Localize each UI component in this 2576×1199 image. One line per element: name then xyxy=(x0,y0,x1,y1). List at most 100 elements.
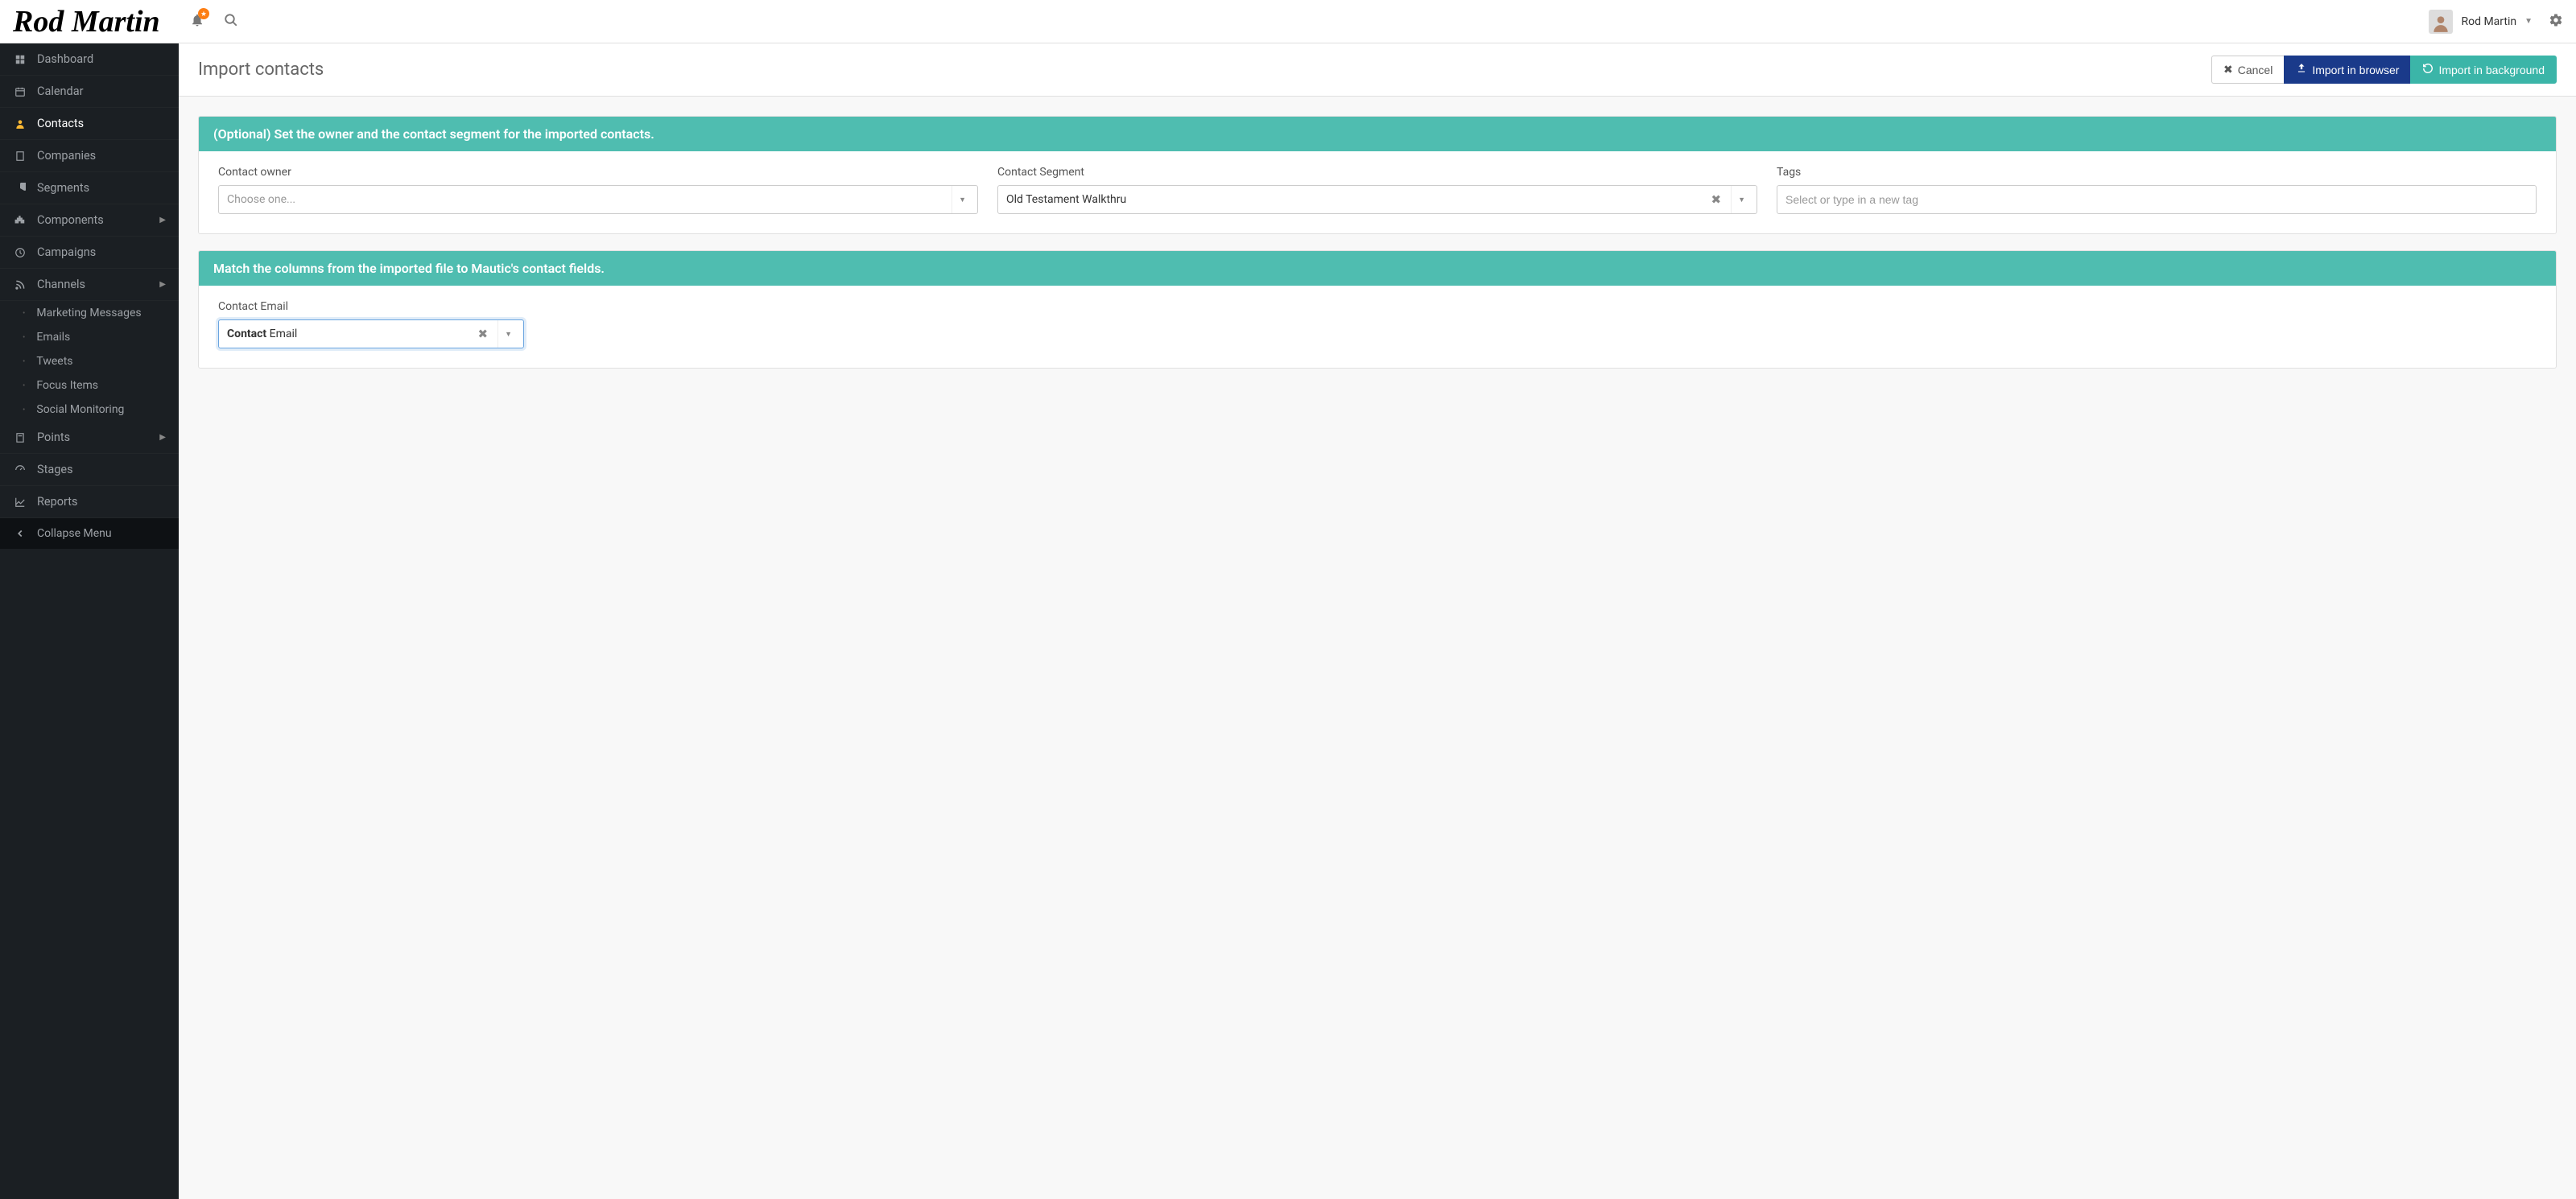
owner-segment-panel: (Optional) Set the owner and the contact… xyxy=(198,116,2557,234)
sub-label: Marketing Messages xyxy=(36,307,141,319)
nav-label: Segments xyxy=(37,181,166,195)
notifications-button[interactable] xyxy=(190,13,204,31)
sidebar-sub-social-monitoring[interactable]: Social Monitoring xyxy=(0,398,179,422)
sidebar-item-contacts[interactable]: Contacts xyxy=(0,108,179,140)
chevron-down-icon: ▼ xyxy=(497,320,515,348)
nav-label: Channels xyxy=(37,278,159,291)
sidebar-item-dashboard[interactable]: Dashboard xyxy=(0,43,179,76)
field-label: Tags xyxy=(1777,166,2537,179)
caret-right-icon: ▶ xyxy=(159,433,166,442)
sidebar-sub-emails[interactable]: Emails xyxy=(0,325,179,349)
sub-label: Focus Items xyxy=(36,379,98,392)
import-background-button[interactable]: Import in background xyxy=(2410,56,2557,84)
caret-right-icon: ▶ xyxy=(159,280,166,289)
settings-button[interactable] xyxy=(2549,13,2563,31)
sidebar-item-reports[interactable]: Reports xyxy=(0,486,179,518)
tags-field: Tags xyxy=(1777,166,2537,214)
contact-owner-field: Contact owner Choose one... ▼ xyxy=(218,166,978,214)
sidebar-item-campaigns[interactable]: Campaigns xyxy=(0,237,179,269)
calculator-icon xyxy=(13,432,27,443)
nav-label: Components xyxy=(37,213,159,227)
sub-label: Social Monitoring xyxy=(36,403,124,416)
select-value: Old Testament Walkthru xyxy=(1006,193,1708,206)
line-chart-icon xyxy=(13,496,27,508)
nav-label: Points xyxy=(37,431,159,444)
panel-body: Contact Email Contact Email ✖ ▼ xyxy=(199,286,2556,368)
sidebar-item-channels[interactable]: Channels ▶ xyxy=(0,269,179,301)
nav-label: Companies xyxy=(37,149,166,163)
collapse-menu-button[interactable]: Collapse Menu xyxy=(0,518,179,549)
sidebar: Dashboard Calendar Contacts Companies Se… xyxy=(0,43,179,1199)
nav-label: Stages xyxy=(37,463,166,476)
nav-label: Dashboard xyxy=(37,52,166,66)
sub-label: Emails xyxy=(36,331,70,344)
nav-label: Reports xyxy=(37,495,166,509)
content-area: (Optional) Set the owner and the contact… xyxy=(179,97,2576,404)
user-menu[interactable]: Rod Martin ▼ xyxy=(2429,10,2533,34)
import-browser-button[interactable]: Import in browser xyxy=(2284,56,2410,84)
page-title: Import contacts xyxy=(198,60,324,80)
sidebar-sub-focus-items[interactable]: Focus Items xyxy=(0,373,179,398)
sidebar-item-points[interactable]: Points ▶ xyxy=(0,422,179,454)
main-content: Import contacts ✖ Cancel Import in brows… xyxy=(179,43,2576,1199)
topbar: Rod Martin Rod Martin ▼ xyxy=(0,0,2576,43)
button-label: Import in background xyxy=(2438,64,2545,76)
sidebar-item-companies[interactable]: Companies xyxy=(0,140,179,172)
dashboard-icon xyxy=(13,54,27,65)
field-label: Contact Segment xyxy=(997,166,1757,179)
topbar-right: Rod Martin ▼ xyxy=(2429,10,2563,34)
field-label: Contact Email xyxy=(218,300,524,313)
puzzle-icon xyxy=(13,215,27,226)
contact-email-field: Contact Email Contact Email ✖ ▼ xyxy=(218,300,524,348)
history-icon xyxy=(2422,63,2434,76)
contact-owner-select[interactable]: Choose one... ▼ xyxy=(218,185,978,214)
rss-icon xyxy=(13,279,27,290)
sidebar-item-stages[interactable]: Stages xyxy=(0,454,179,486)
nav-label: Collapse Menu xyxy=(37,527,166,540)
panel-heading: (Optional) Set the owner and the contact… xyxy=(199,117,2556,151)
contact-email-select[interactable]: Contact Email ✖ ▼ xyxy=(218,319,524,348)
close-icon: ✖ xyxy=(2223,63,2233,76)
tags-input[interactable] xyxy=(1785,193,2528,206)
tags-input-wrap[interactable] xyxy=(1777,185,2537,214)
pie-chart-icon xyxy=(13,183,27,194)
panel-body: Contact owner Choose one... ▼ Contact Se… xyxy=(199,151,2556,233)
select-placeholder: Choose one... xyxy=(227,193,948,206)
caret-right-icon: ▶ xyxy=(159,216,166,225)
nav-label: Contacts xyxy=(37,117,166,130)
panel-heading: Match the columns from the imported file… xyxy=(199,251,2556,286)
caret-down-icon: ▼ xyxy=(2524,17,2533,26)
column-match-panel: Match the columns from the imported file… xyxy=(198,250,2557,369)
brand-logo[interactable]: Rod Martin xyxy=(13,4,174,39)
page-actions: ✖ Cancel Import in browser Import in bac… xyxy=(2211,56,2557,84)
user-name: Rod Martin xyxy=(2461,15,2516,28)
chevron-down-icon: ▼ xyxy=(1731,186,1748,213)
button-label: Cancel xyxy=(2238,64,2273,76)
upload-icon xyxy=(2296,63,2307,76)
cancel-button[interactable]: ✖ Cancel xyxy=(2211,56,2284,84)
search-button[interactable] xyxy=(224,13,238,31)
clock-icon xyxy=(13,247,27,258)
user-icon xyxy=(13,118,27,130)
sidebar-sub-marketing-messages[interactable]: Marketing Messages xyxy=(0,301,179,325)
avatar xyxy=(2429,10,2453,34)
nav-label: Campaigns xyxy=(37,245,166,259)
sidebar-item-components[interactable]: Components ▶ xyxy=(0,204,179,237)
calendar-icon xyxy=(13,86,27,97)
sub-label: Tweets xyxy=(36,355,72,368)
page-header: Import contacts ✖ Cancel Import in brows… xyxy=(179,43,2576,97)
building-icon xyxy=(13,150,27,162)
clear-icon[interactable]: ✖ xyxy=(1708,192,1725,207)
chevron-down-icon: ▼ xyxy=(952,186,969,213)
notification-badge-icon xyxy=(198,8,209,19)
button-label: Import in browser xyxy=(2312,64,2399,76)
clear-icon[interactable]: ✖ xyxy=(475,327,492,341)
select-value: Contact Email xyxy=(227,328,475,340)
contact-segment-select[interactable]: Old Testament Walkthru ✖ ▼ xyxy=(997,185,1757,214)
topbar-icons xyxy=(190,13,238,31)
tachometer-icon xyxy=(13,464,27,476)
sidebar-item-calendar[interactable]: Calendar xyxy=(0,76,179,108)
sidebar-item-segments[interactable]: Segments xyxy=(0,172,179,204)
field-label: Contact owner xyxy=(218,166,978,179)
sidebar-sub-tweets[interactable]: Tweets xyxy=(0,349,179,373)
